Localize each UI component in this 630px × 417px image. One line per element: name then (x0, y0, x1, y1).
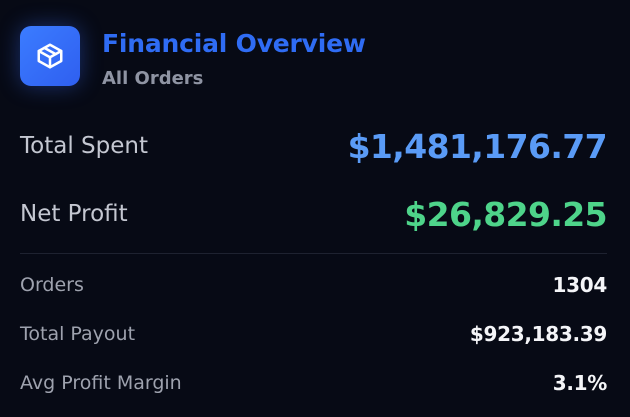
card-header: Financial Overview All Orders (20, 26, 366, 91)
avg-profit-margin-row: Avg Profit Margin 3.1% (20, 369, 607, 397)
total-spent-label: Total Spent (20, 133, 148, 159)
net-profit-label: Net Profit (20, 201, 128, 227)
section-divider (20, 253, 607, 254)
total-spent-row: Total Spent $1,481,176.77 (20, 124, 608, 168)
package-box-icon (20, 26, 80, 86)
total-spent-value: $1,481,176.77 (347, 126, 608, 166)
orders-row: Orders 1304 (20, 271, 607, 299)
total-payout-value: $923,183.39 (469, 322, 607, 346)
net-profit-value: $26,829.25 (404, 194, 607, 234)
total-payout-row: Total Payout $923,183.39 (20, 320, 607, 348)
avg-profit-margin-label: Avg Profit Margin (20, 372, 182, 394)
financial-overview-card: Financial Overview All Orders Total Spen… (0, 0, 630, 417)
card-title: Financial Overview (102, 29, 366, 58)
orders-value: 1304 (552, 273, 608, 297)
total-payout-label: Total Payout (20, 323, 136, 345)
card-subtitle: All Orders (102, 68, 204, 89)
header-titles: Financial Overview All Orders (102, 28, 366, 91)
net-profit-row: Net Profit $26,829.25 (20, 192, 608, 236)
avg-profit-margin-value: 3.1% (552, 371, 608, 395)
orders-label: Orders (20, 274, 84, 296)
